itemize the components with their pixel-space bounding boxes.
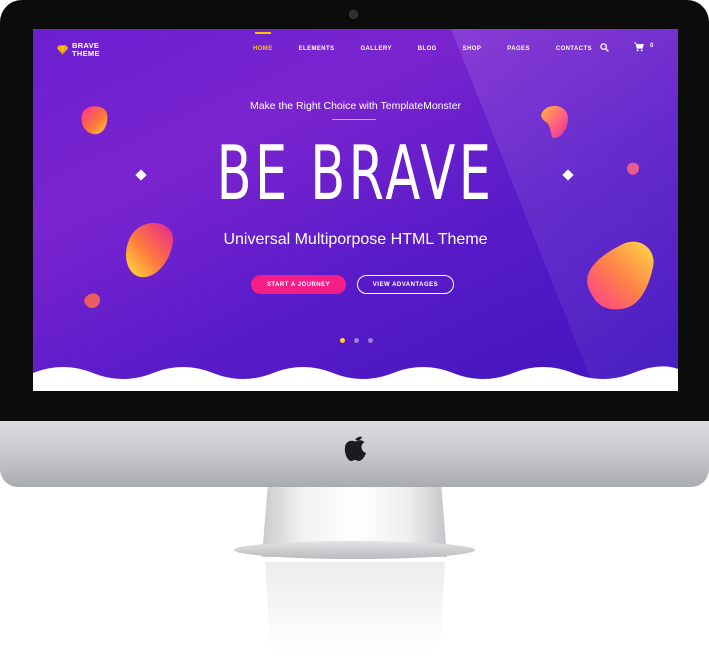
diamond-logo-icon — [57, 45, 68, 56]
start-journey-button[interactable]: START A JOURNEY — [251, 275, 346, 294]
brand-logo[interactable]: BRAVE THEME — [57, 39, 112, 61]
website-screen: BRAVE THEME HOME ELEMENTS GALLERY BLOG S… — [33, 29, 678, 391]
blob-shape — [126, 222, 173, 278]
hero-subtitle: Universal Multiporpose HTML Theme — [223, 231, 488, 248]
nav-item-contacts[interactable]: CONTACTS — [556, 46, 592, 52]
hero-tagline: Make the Right Choice with TemplateMonst… — [249, 100, 462, 112]
blob-shape — [626, 162, 639, 175]
tagline-divider — [332, 119, 376, 120]
monitor-stand-base — [234, 541, 475, 559]
slider-dot-1[interactable] — [340, 338, 345, 343]
hero-title: BE BRAVE — [216, 129, 495, 217]
slider-dot-3[interactable] — [368, 338, 373, 343]
cart-icon[interactable] — [634, 42, 644, 52]
webcam — [349, 10, 358, 19]
nav-item-gallery[interactable]: GALLERY — [360, 46, 391, 52]
slider-dot-2[interactable] — [354, 338, 359, 343]
nav-item-shop[interactable]: SHOP — [463, 46, 482, 52]
view-advantages-button[interactable]: VIEW ADVANTAGES — [357, 275, 454, 294]
nav-item-blog[interactable]: BLOG — [418, 46, 437, 52]
brand-name: BRAVE THEME — [72, 41, 100, 58]
cart-count: 0 — [650, 43, 654, 49]
main-nav: HOME ELEMENTS GALLERY BLOG SHOP PAGES CO… — [253, 32, 618, 55]
search-icon[interactable] — [600, 43, 609, 52]
stand-reflection — [265, 562, 445, 652]
nav-item-home[interactable]: HOME — [253, 32, 273, 52]
apple-logo-icon — [344, 436, 366, 461]
blob-shape — [84, 293, 101, 309]
wave-divider — [33, 366, 678, 391]
imac-monitor: BRAVE THEME HOME ELEMENTS GALLERY BLOG S… — [0, 0, 709, 652]
nav-item-pages[interactable]: PAGES — [507, 46, 530, 52]
nav-item-elements[interactable]: ELEMENTS — [299, 46, 335, 52]
